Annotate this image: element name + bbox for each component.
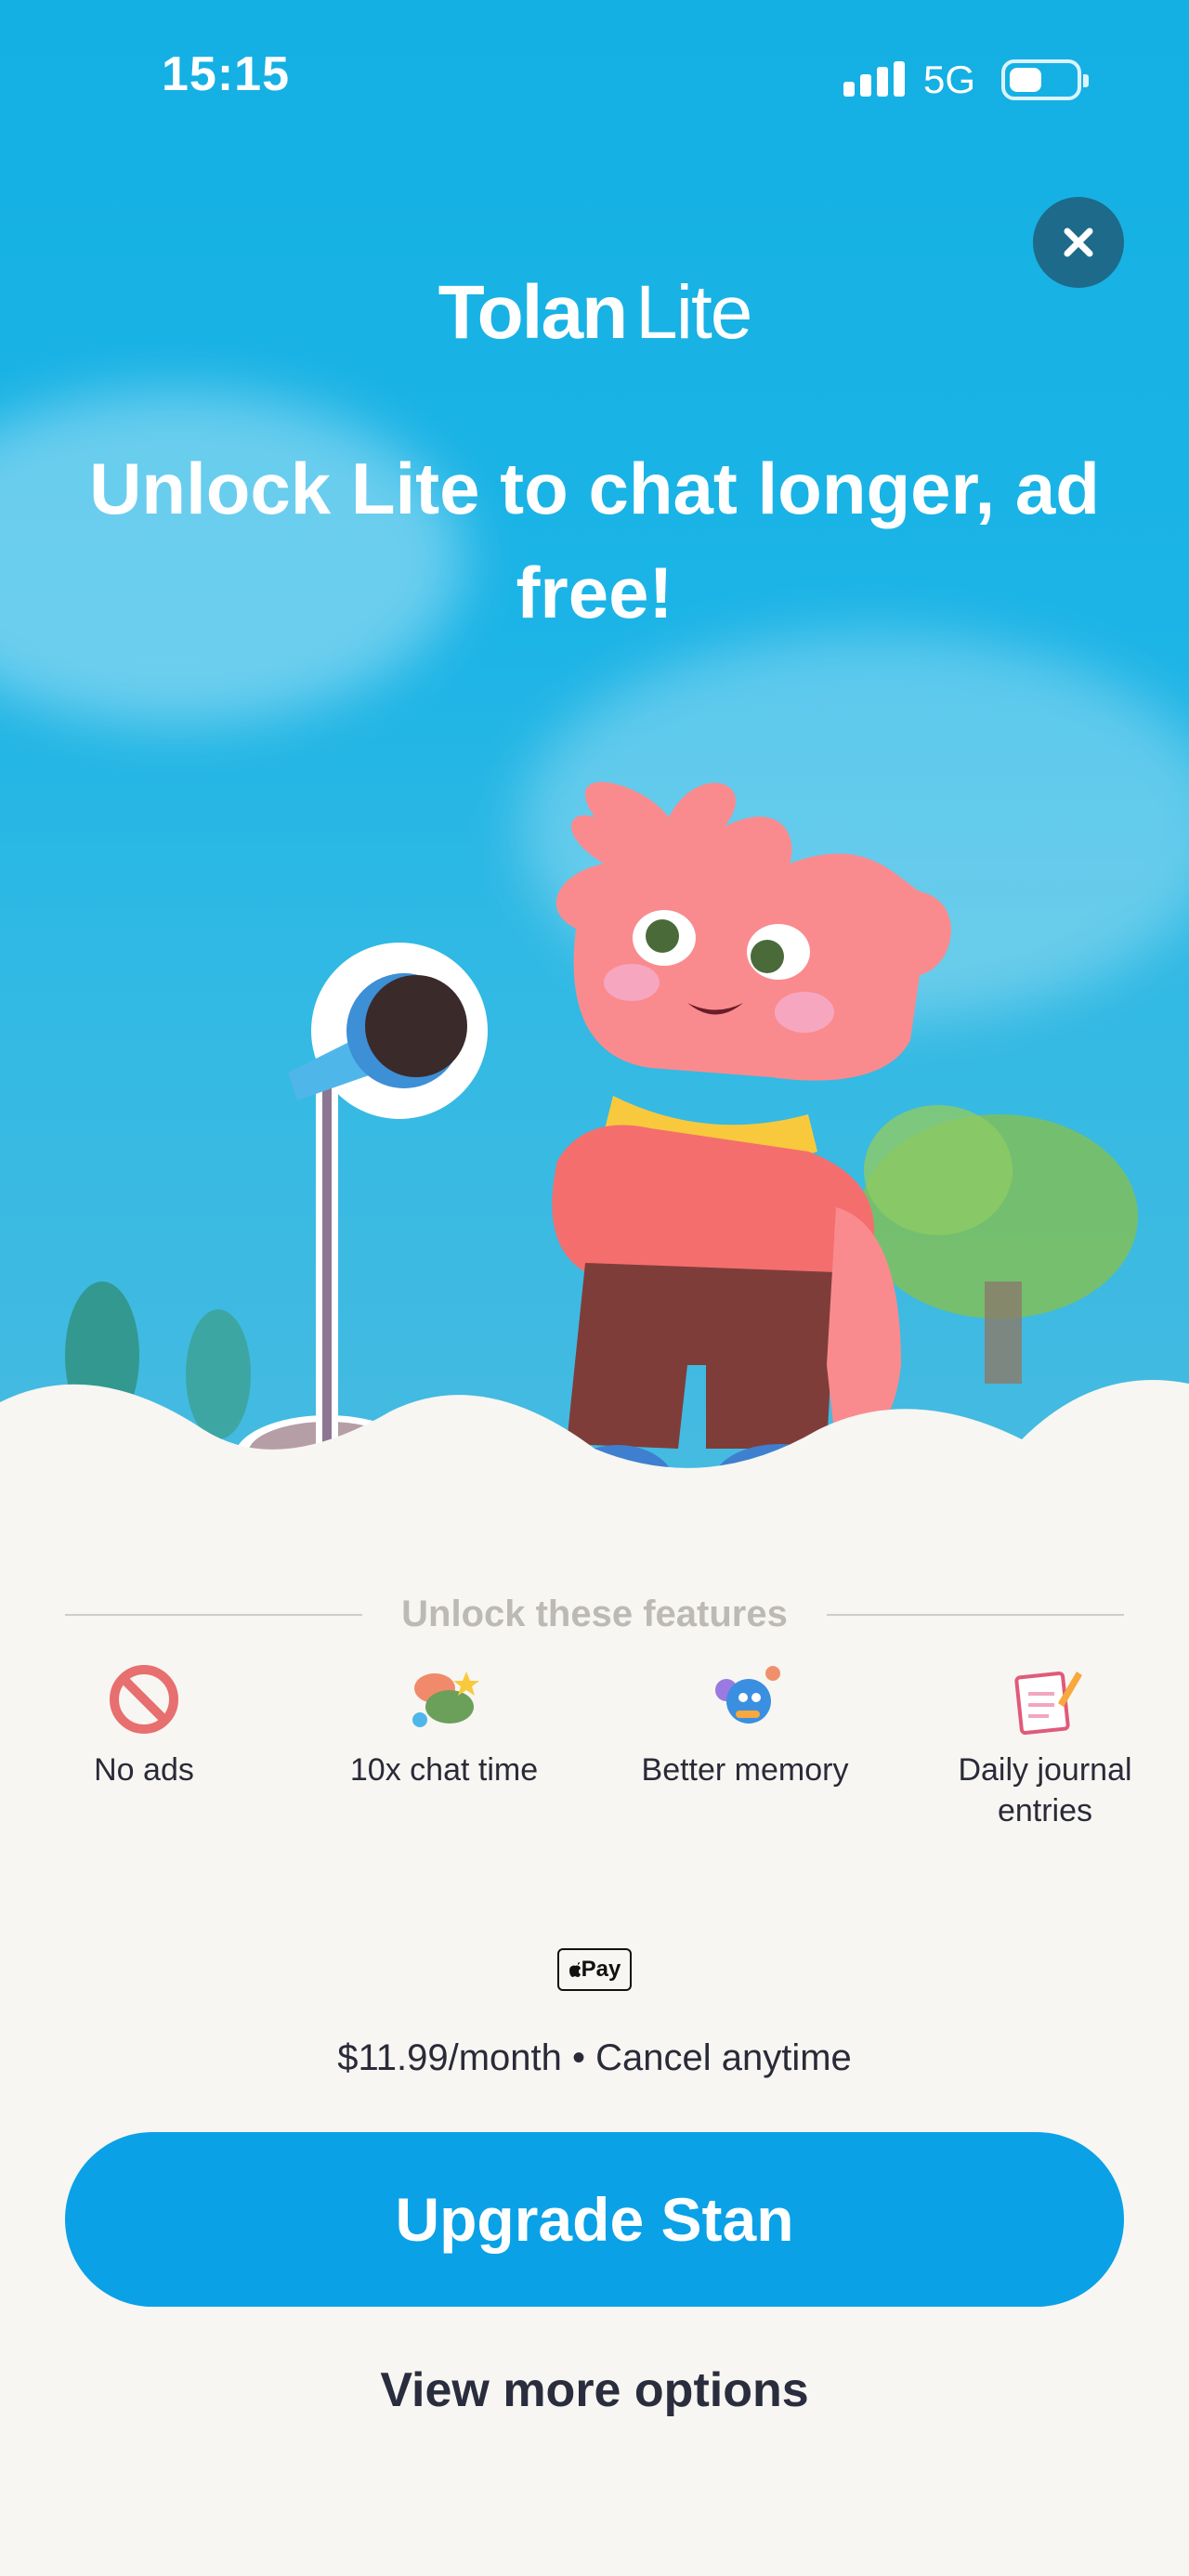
chat-bubbles-icon (412, 1672, 479, 1727)
hero-banner: 15:15 5G Tolan Lite Unlock Lite to chat l… (0, 0, 1189, 1560)
scene-illustration (65, 782, 1138, 1527)
upgrade-button[interactable]: Upgrade Stan (65, 2132, 1124, 2307)
apple-pay-badge: Pay (557, 1948, 632, 1991)
features-title: Unlock these features (401, 1594, 788, 1634)
features-divider: Unlock these features (65, 1588, 1124, 1644)
journal-icon (1014, 1671, 1082, 1736)
feature-item-no-ads: No ads (23, 1662, 265, 1790)
close-icon (1064, 228, 1093, 257)
status-bar: 15:15 5G (0, 0, 1189, 158)
brand-tier: Lite (635, 270, 752, 355)
apple-icon (568, 1962, 581, 1977)
apple-pay-label: Pay (581, 1957, 621, 1982)
view-more-options-link[interactable]: View more options (0, 2362, 1189, 2418)
feature-item-memory: Better memory (624, 1662, 866, 1790)
cloud-ground (0, 1380, 1189, 1560)
battery-icon (1001, 59, 1089, 100)
signal-icon (843, 61, 905, 97)
network-type: 5G (923, 58, 976, 101)
feature-label: 10x chat time (349, 1752, 539, 1788)
feature-item-chat-time: 10x chat time (323, 1662, 565, 1790)
page-headline: Unlock Lite to chat longer, ad free! (89, 448, 1100, 633)
feature-label: Daily journal entries (958, 1752, 1132, 1828)
feature-label: Better memory (641, 1752, 849, 1788)
feature-label: No ads (94, 1752, 194, 1788)
brand-name: Tolan (438, 270, 629, 355)
brand-logo: Tolan Lite (0, 269, 1189, 357)
memory-icon (715, 1666, 780, 1724)
no-ads-icon (110, 1665, 178, 1734)
feature-item-journal: Daily journal entries (924, 1662, 1166, 1831)
status-time: 15:15 (162, 47, 290, 101)
price-text: $11.99/month • Cancel anytime (337, 2037, 852, 2078)
